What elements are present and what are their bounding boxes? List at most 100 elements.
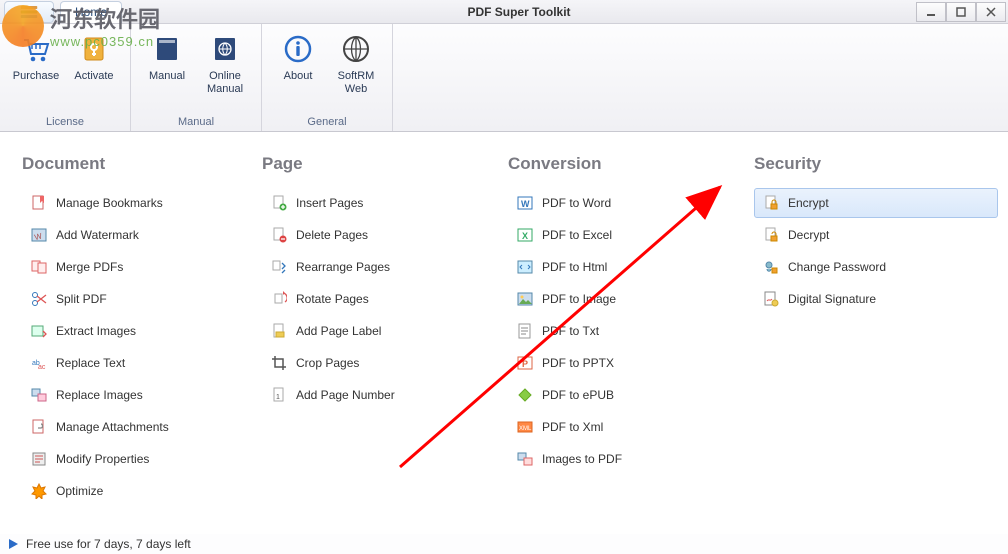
item-rearrange-pages[interactable]: Rearrange Pages [262, 252, 508, 282]
item-pdf-to-word[interactable]: W PDF to Word [508, 188, 754, 218]
replace-text-icon: abac [31, 355, 47, 371]
ribbon: Purchase Activate License Manual Online … [0, 24, 1008, 132]
delete-page-icon [271, 227, 287, 243]
cart-icon [19, 32, 53, 66]
activate-button[interactable]: Activate [66, 28, 122, 115]
item-manage-attachments[interactable]: Manage Attachments [22, 412, 262, 442]
item-pdf-to-excel[interactable]: X PDF to Excel [508, 220, 754, 250]
ribbon-group-manual: Manual Online Manual Manual [131, 24, 262, 131]
item-add-page-label[interactable]: Add Page Label [262, 316, 508, 346]
item-insert-pages[interactable]: Insert Pages [262, 188, 508, 218]
item-decrypt[interactable]: Decrypt [754, 220, 998, 250]
item-crop-pages[interactable]: Crop Pages [262, 348, 508, 378]
close-icon [986, 7, 996, 17]
status-bar: Free use for 7 days, 7 days left [0, 534, 1008, 554]
online-manual-button[interactable]: Online Manual [197, 28, 253, 115]
item-change-password[interactable]: Change Password [754, 252, 998, 282]
images-to-pdf-icon [517, 451, 533, 467]
item-label: Rotate Pages [296, 292, 369, 306]
unlock-icon [763, 227, 779, 243]
item-label: PDF to Word [542, 196, 611, 210]
crop-icon [271, 355, 287, 371]
item-pdf-to-image[interactable]: PDF to Image [508, 284, 754, 314]
item-pdf-to-html[interactable]: PDF to Html [508, 252, 754, 282]
online-manual-label: Online Manual [207, 70, 243, 96]
item-label: Split PDF [56, 292, 107, 306]
item-label: Extract Images [56, 324, 136, 338]
header-security: Security [754, 154, 998, 174]
about-label: About [284, 70, 313, 83]
softrm-web-button[interactable]: SoftRM Web [328, 28, 384, 115]
insert-page-icon [271, 195, 287, 211]
bookmark-icon [31, 195, 47, 211]
extract-image-icon [31, 323, 47, 339]
manual-button[interactable]: Manual [139, 28, 195, 115]
purchase-button[interactable]: Purchase [8, 28, 64, 115]
titlebar: Home PDF Super Toolkit [0, 0, 1008, 24]
item-encrypt[interactable]: Encrypt [754, 188, 998, 218]
column-document: Document Manage Bookmarks WAdd Watermark… [22, 154, 262, 508]
item-label: Merge PDFs [56, 260, 123, 274]
properties-icon [31, 451, 47, 467]
svg-text:ac: ac [38, 364, 46, 371]
svg-text:X: X [522, 231, 528, 241]
item-rotate-pages[interactable]: Rotate Pages [262, 284, 508, 314]
tab-home[interactable]: Home [60, 1, 122, 23]
purchase-label: Purchase [13, 70, 59, 83]
item-pdf-to-epub[interactable]: PDF to ePUB [508, 380, 754, 410]
excel-icon: X [517, 227, 533, 243]
svg-text:1: 1 [276, 394, 280, 401]
item-digital-signature[interactable]: Digital Signature [754, 284, 998, 314]
ribbon-group-license: Purchase Activate License [0, 24, 131, 131]
item-label: Replace Text [56, 356, 125, 370]
item-optimize[interactable]: Optimize [22, 476, 262, 506]
about-button[interactable]: About [270, 28, 326, 115]
item-label: Change Password [788, 260, 886, 274]
scissors-icon [31, 291, 47, 307]
item-label: Insert Pages [296, 196, 363, 210]
item-split-pdf[interactable]: Split PDF [22, 284, 262, 314]
info-icon [281, 32, 315, 66]
page-label-icon [271, 323, 287, 339]
item-pdf-to-pptx[interactable]: PPDF to PPTX [508, 348, 754, 378]
item-extract-images[interactable]: Extract Images [22, 316, 262, 346]
item-replace-images[interactable]: Replace Images [22, 380, 262, 410]
replace-image-icon [31, 387, 47, 403]
app-menu-icon [20, 5, 38, 19]
item-manage-bookmarks[interactable]: Manage Bookmarks [22, 188, 262, 218]
header-document: Document [22, 154, 262, 174]
item-modify-properties[interactable]: Modify Properties [22, 444, 262, 474]
item-label: Modify Properties [56, 452, 149, 466]
minimize-icon [926, 7, 936, 17]
item-add-page-number[interactable]: 1Add Page Number [262, 380, 508, 410]
ribbon-group-general: About SoftRM Web General [262, 24, 393, 131]
image-icon [517, 291, 533, 307]
column-page: Page Insert Pages Delete Pages Rearrange… [262, 154, 508, 508]
item-delete-pages[interactable]: Delete Pages [262, 220, 508, 250]
header-page: Page [262, 154, 508, 174]
item-add-watermark[interactable]: WAdd Watermark [22, 220, 262, 250]
item-pdf-to-xml[interactable]: XMLPDF to Xml [508, 412, 754, 442]
merge-icon [31, 259, 47, 275]
minimize-button[interactable] [916, 2, 946, 22]
status-text: Free use for 7 days, 7 days left [26, 537, 191, 551]
book-icon [150, 32, 184, 66]
item-pdf-to-txt[interactable]: PDF to Txt [508, 316, 754, 346]
softrm-web-label: SoftRM Web [338, 70, 375, 96]
optimize-icon [31, 483, 47, 499]
item-label: Add Watermark [56, 228, 139, 242]
svg-text:P: P [522, 359, 528, 369]
close-button[interactable] [976, 2, 1006, 22]
item-images-to-pdf[interactable]: Images to PDF [508, 444, 754, 474]
item-label: PDF to Excel [542, 228, 612, 242]
page-number-icon: 1 [271, 387, 287, 403]
maximize-button[interactable] [946, 2, 976, 22]
play-icon [6, 537, 20, 551]
svg-text:XML: XML [519, 426, 532, 432]
app-menu-button[interactable] [4, 1, 54, 23]
item-replace-text[interactable]: abac Replace Text [22, 348, 262, 378]
item-merge-pdfs[interactable]: Merge PDFs [22, 252, 262, 282]
group-label-manual: Manual [139, 115, 253, 129]
word-icon: W [517, 195, 533, 211]
svg-text:W: W [521, 199, 530, 209]
